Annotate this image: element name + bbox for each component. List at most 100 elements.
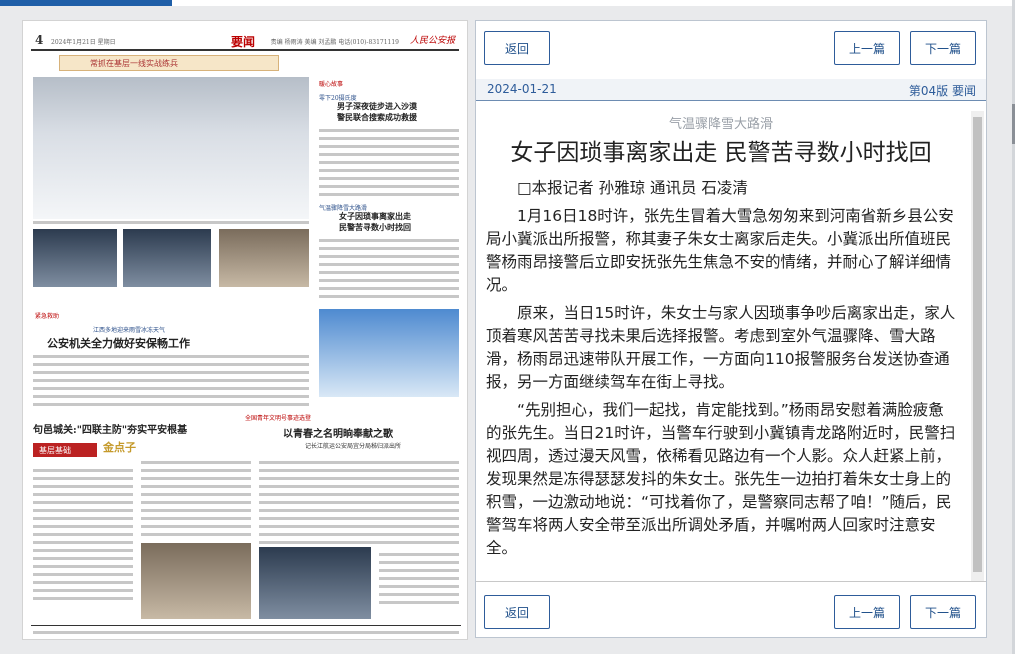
text-line (33, 403, 309, 406)
photo-meeting[interactable] (141, 543, 251, 619)
text-line (141, 477, 251, 480)
top-bar (0, 0, 1015, 6)
text-line (379, 585, 459, 588)
text-line (379, 601, 459, 604)
article-body[interactable]: 气温骤降雪大路滑 女子因琐事离家出走 民警苦寻数小时找回 □本报记者 孙雅琼 通… (476, 105, 986, 577)
text-line (319, 185, 459, 188)
column-tag: 基层基础 (33, 443, 97, 457)
text-line (33, 485, 133, 488)
page-number: 4 (35, 33, 44, 47)
page-info: 责编 杨雨涛 美编 刘孟鹏 电话(010)-83171119 (270, 39, 399, 46)
text-line (319, 177, 459, 180)
article-paragraph: “先别担心，我们一起找，肯定能找到。”杨雨昂安慰着满脸疲惫的张先生。当日21时许… (486, 401, 956, 557)
article-paragraph: 原来，当日15时许，朱女士与家人因琐事争吵后离家出走，家人顶着寒风苦苦寻找未果后… (486, 304, 956, 391)
article-date: 2024-01-21 (487, 82, 557, 96)
text-line (319, 137, 459, 140)
photo-snow-car[interactable] (319, 309, 459, 397)
page-date: 2024年1月21日 星期日 (51, 39, 116, 46)
article-pretitle: 气温骤降雪大路滑 (668, 117, 773, 132)
text-line (259, 493, 459, 496)
text-line (319, 247, 459, 250)
text-line (33, 549, 133, 552)
article-byline: □本报记者 孙雅琼 通讯员 石凌清 (517, 179, 748, 197)
text-line (319, 279, 459, 282)
text-line (319, 263, 459, 266)
text-line (141, 525, 251, 528)
text-line (319, 129, 459, 132)
newspaper-header: 4 2024年1月21日 星期日 要闻 责编 杨雨涛 美编 刘孟鹏 电话(010… (31, 27, 459, 51)
article-title: 女子因琐事离家出走 民警苦寻数小时找回 (510, 140, 932, 166)
prev-article-button[interactable]: 上一篇 (834, 31, 900, 65)
photo-police-car[interactable] (33, 229, 117, 287)
text-line (259, 469, 459, 472)
footer-rule (31, 625, 461, 626)
headline-missing-woman[interactable]: 女子因琐事离家出走 民警苦寻数小时找回 (339, 211, 463, 233)
top-bar-accent (0, 0, 172, 6)
banner-text: 常抓在基层一线实战练兵 (90, 59, 178, 68)
text-line (141, 517, 251, 520)
text-line (319, 239, 459, 242)
text-line (141, 485, 251, 488)
photo-boat-team[interactable] (259, 547, 371, 619)
text-line (319, 193, 459, 196)
prev-article-button-bottom[interactable]: 上一篇 (834, 595, 900, 629)
headline-snow-security[interactable]: 公安机关全力做好安保畅工作 (47, 335, 277, 351)
story-tag: 全国青年文明号事迹选登 (245, 415, 312, 422)
newspaper-logo: 人民公安报 (409, 36, 455, 46)
text-line (319, 161, 459, 164)
text-line (379, 553, 459, 556)
text-line (141, 469, 251, 472)
headline-desert-rescue[interactable]: 男子深夜徒步进入沙漠 警民联合搜索成功救援 (337, 101, 461, 123)
text-line (33, 379, 309, 382)
photo-road-work[interactable] (219, 229, 309, 287)
caption-line (33, 221, 309, 224)
newspaper-page[interactable]: 4 2024年1月21日 星期日 要闻 责编 杨雨涛 美编 刘孟鹏 电话(010… (22, 20, 468, 640)
article-scrollbar[interactable] (971, 111, 984, 581)
photo-snow-train[interactable] (33, 77, 309, 219)
headline-four-union[interactable]: 句邑城关:"四联主防"夯实平安根基 (33, 421, 233, 436)
text-line (379, 593, 459, 596)
banner: 常抓在基层一线实战练兵 (59, 55, 279, 71)
edition-link[interactable]: 第04版 要闻 (909, 82, 976, 99)
text-line (379, 577, 459, 580)
text-line (259, 509, 459, 512)
text-line (33, 533, 133, 536)
photo-night-rescue[interactable] (123, 229, 211, 287)
text-line (259, 461, 459, 464)
back-button-bottom[interactable]: 返回 (484, 595, 550, 629)
text-line (319, 145, 459, 148)
article-paragraph: 1月16日18时许，张先生冒着大雪急匆匆来到河南省新乡县公安局小冀派出所报警，称… (486, 207, 954, 294)
headline-youth[interactable]: 以青春之名明晌奉献之歌 (283, 425, 463, 440)
article-viewer: 返回 上一篇 下一篇 2024-01-21 第04版 要闻 气温骤降雪大路滑 女… (475, 20, 987, 638)
text-line (33, 517, 133, 520)
text-line (319, 271, 459, 274)
text-line (379, 569, 459, 572)
next-article-button[interactable]: 下一篇 (910, 31, 976, 65)
text-line (141, 501, 251, 504)
text-line (33, 541, 133, 544)
small-tag: 紧急救助 (35, 313, 60, 320)
next-article-button-bottom[interactable]: 下一篇 (910, 595, 976, 629)
text-line (33, 355, 309, 358)
story-subhead: 江西多地迎来雨雪冰冻天气 (93, 327, 166, 334)
text-line (33, 581, 133, 584)
text-line (141, 461, 251, 464)
text-line (33, 493, 133, 496)
text-line (33, 371, 309, 374)
text-line (319, 153, 459, 156)
text-line (33, 363, 309, 366)
footer-line (33, 631, 459, 634)
text-line (33, 501, 133, 504)
article-text: □本报记者 孙雅琼 通讯员 石凌清 1月16日18时许，张先生冒着大雪急匆匆来到… (486, 177, 956, 565)
text-line (319, 255, 459, 258)
text-line (259, 477, 459, 480)
footer-divider (476, 581, 986, 582)
text-line (33, 589, 133, 592)
text-line (33, 395, 309, 398)
article-scrollbar-thumb[interactable] (973, 117, 982, 572)
text-line (33, 557, 133, 560)
text-line (259, 501, 459, 504)
article-meta-bar: 2024-01-21 第04版 要闻 (476, 79, 986, 101)
headline-youth-sub: 记长江航运公安局宜分局秭归派出所 (305, 443, 402, 450)
back-button[interactable]: 返回 (484, 31, 550, 65)
